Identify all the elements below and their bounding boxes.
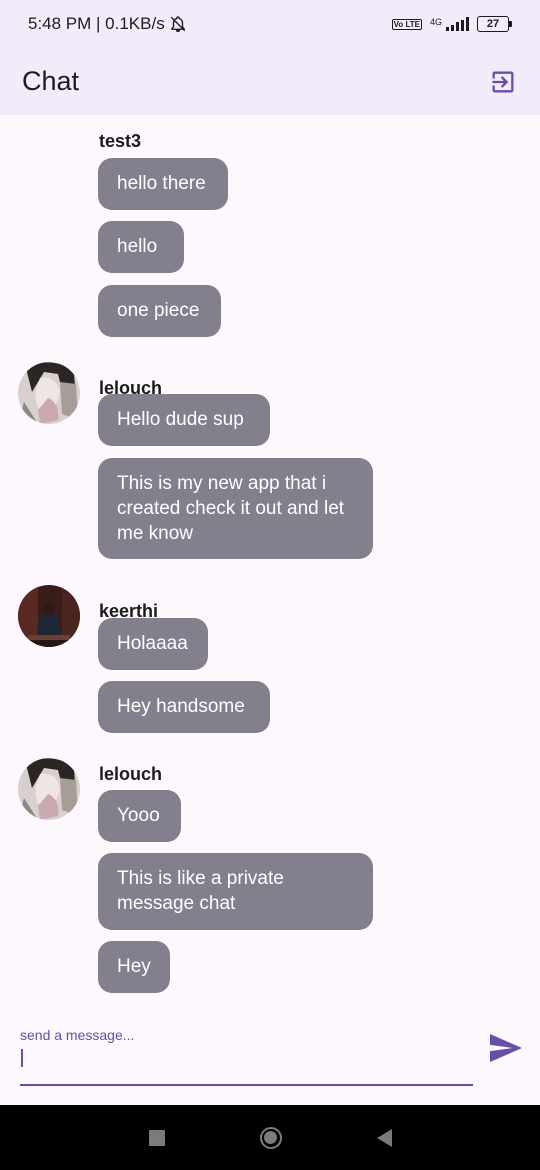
message-username: lelouch (99, 764, 163, 784)
message-bubble: one piece (98, 285, 221, 337)
signal-icon (446, 17, 469, 31)
message-composer: send a message... (0, 1005, 540, 1105)
message-bubble: Hey handsome (98, 681, 270, 733)
avatar (18, 362, 80, 424)
text-cursor (21, 1049, 23, 1067)
system-nav-bar (0, 1105, 540, 1170)
message-bubble: This is like a private message chat (98, 853, 373, 930)
logout-button[interactable] (488, 67, 518, 97)
avatar-image (18, 362, 80, 424)
status-time-speed: 5:48 PM | 0.1KB/s (28, 14, 165, 33)
logout-icon (492, 71, 514, 92)
network-type: 4G (429, 17, 442, 27)
message-bubble: Yooo (98, 790, 181, 842)
message-bubble: hello (98, 221, 184, 273)
volte-badge: Vo LTE (391, 18, 422, 30)
message-bubble: Holaaaa (98, 618, 208, 670)
notifications-off-icon (170, 16, 185, 33)
input-underline (20, 1084, 473, 1086)
app-bar: Chat (0, 48, 540, 115)
battery-level: 27 (477, 16, 509, 32)
recents-icon[interactable] (148, 1129, 165, 1146)
send-button[interactable] (486, 1031, 526, 1065)
avatar-image (18, 758, 80, 820)
avatar-image (18, 585, 80, 647)
message-list[interactable]: test3 hello there hello one piece lelouc… (0, 115, 540, 1005)
back-icon[interactable] (376, 1128, 392, 1147)
message-bubble: Hello dude sup (98, 394, 270, 446)
message-bubble: Hey (98, 941, 170, 993)
status-bar: 5:48 PM | 0.1KB/s Vo LTE 4G 27 (0, 0, 540, 48)
message-bubble: This is my new app that i created check … (98, 458, 373, 559)
page-title: Chat (22, 66, 80, 96)
message-input[interactable] (20, 1045, 473, 1083)
avatar (18, 585, 80, 647)
avatar (18, 758, 80, 820)
battery-icon: 27 (477, 16, 512, 32)
message-username: test3 (99, 131, 142, 151)
home-icon[interactable] (259, 1126, 282, 1149)
send-icon (490, 1034, 522, 1062)
message-bubble: hello there (98, 158, 228, 210)
message-input-label: send a message... (20, 1027, 135, 1043)
